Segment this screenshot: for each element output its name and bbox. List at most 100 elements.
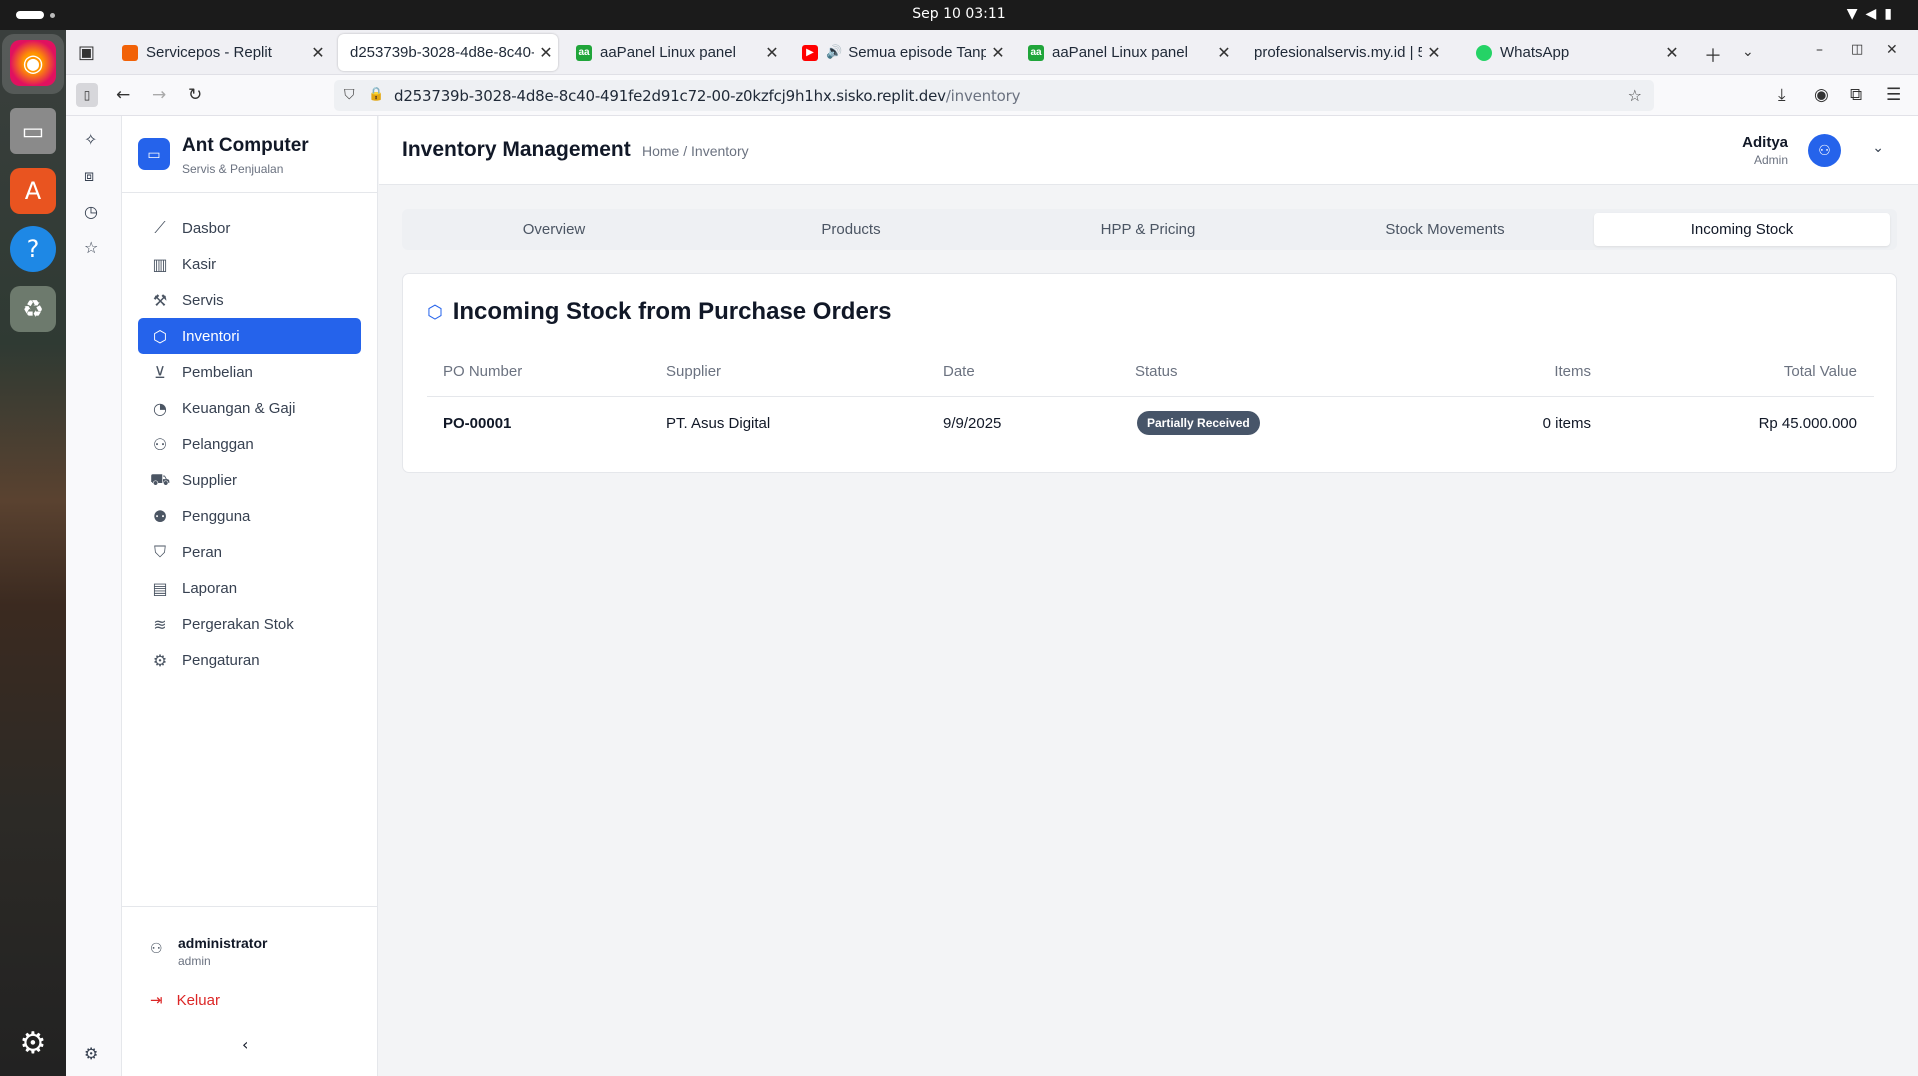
url-text[interactable]: d253739b-3028-4d8e-8c40-491fe2d91c72-00-… [394,87,1020,105]
minimize-icon[interactable]: – [1816,42,1823,58]
shield-icon[interactable]: ⛉ [344,87,355,103]
restore-icon[interactable]: ◫ [1851,42,1863,57]
close-tab-icon[interactable]: ✕ [534,43,558,63]
logout-icon: ⇥ [150,991,163,1009]
tab-overview-icon[interactable]: ▣ [78,42,95,63]
lock-icon[interactable]: 🔒 [368,87,384,102]
user-menu-text[interactable]: Aditya Admin [1742,134,1788,167]
incoming-stock-card: ⬡ Incoming Stock from Purchase Orders PO… [402,273,1897,473]
sidebar-item-pembelian[interactable]: ⊻ Pembelian [138,354,361,390]
close-tab-icon[interactable]: ✕ [1660,43,1684,63]
brand-name: Ant Computer [182,135,309,156]
chart-line-icon: ⟋ [154,218,166,237]
customize-sidebar-gear-icon[interactable]: ⚙ [84,1044,98,1063]
show-apps-icon[interactable]: ⚙ [10,1020,56,1066]
collapse-sidebar-chevron-icon[interactable]: ‹ [242,1035,248,1054]
wrench-icon: ⚒ [152,290,168,310]
url-host: d253739b-3028-4d8e-8c40-491fe2d91c72-00-… [394,87,946,105]
sidebar-item-label: Pergerakan Stok [182,615,294,633]
close-tab-icon[interactable]: ✕ [760,43,784,63]
browser-tab[interactable]: profesionalservis.my.id | 502 ✕ [1242,34,1446,71]
sidebar-item-pengguna[interactable]: ⚉ Pengguna [138,498,361,534]
tab-incoming-stock[interactable]: Incoming Stock [1594,213,1890,246]
sidebar-item-kasir[interactable]: ▥ Kasir [138,246,361,282]
close-tab-icon[interactable]: ✕ [1212,43,1236,63]
tab-overview[interactable]: Overview [406,213,702,246]
browser-tab[interactable]: WhatsApp ✕ [1464,34,1684,71]
package-icon: ⬡ [153,326,167,346]
history-icon[interactable]: ◷ [84,202,98,221]
speaker-icon[interactable]: 🔊 [826,45,842,60]
column-header-date: Date [943,363,975,380]
user-cog-icon: ⚉ [152,506,168,526]
table-header-divider [427,396,1874,397]
sidebar-item-servis[interactable]: ⚒ Servis [138,282,361,318]
tab-hpp-pricing[interactable]: HPP & Pricing [1000,213,1296,246]
sidebar-item-supplier[interactable]: ⛟ Supplier [138,462,361,498]
browser-tab-active[interactable]: d253739b-3028-4d8e-8c40-4 ✕ [338,34,558,71]
brand: ▭ Ant Computer Servis & Penjualan [122,116,378,193]
sidebar-toggle-icon[interactable]: ▯ [76,83,98,107]
files-icon[interactable]: ▭ [10,108,56,154]
tab-list-icon[interactable]: ⌄ [1742,44,1754,60]
browser-tab-bar: ▣ Servicepos - Replit ✕ d253739b-3028-4d… [66,30,1918,75]
url-bar[interactable]: ⛉ 🔒 d253739b-3028-4d8e-8c40-491fe2d91c72… [334,80,1654,111]
app-center-icon[interactable]: A [10,168,56,214]
column-header-supplier: Supplier [666,363,722,380]
synced-tabs-icon[interactable]: ⧈ [84,166,94,186]
user-icon: ⚇ [150,941,163,957]
close-tab-icon[interactable]: ✕ [986,43,1010,63]
chevron-down-icon[interactable]: ⌄ [1872,140,1884,156]
sidebar-item-peran[interactable]: ⛉ Peran [138,534,361,570]
logout-label: Keluar [176,991,220,1009]
tab-title: aaPanel Linux panel [1052,44,1188,61]
tab-title: aaPanel Linux panel [600,44,736,61]
browser-tab[interactable]: aa aaPanel Linux panel ✕ [1016,34,1236,71]
breadcrumb[interactable]: Home / Inventory [642,143,749,159]
ai-chatbot-icon[interactable]: ✧ [84,130,97,149]
close-tab-icon[interactable]: ✕ [306,43,330,63]
firefox-icon[interactable]: ◉ [10,40,56,86]
browser-tab[interactable]: aa aaPanel Linux panel ✕ [564,34,784,71]
sidebar-item-pergerakan-stok[interactable]: ≋ Pergerakan Stok [138,606,361,642]
help-icon[interactable]: ? [10,226,56,272]
system-clock[interactable]: Sep 10 03:11 [0,6,1918,22]
downloads-icon[interactable]: ⤓ [1778,85,1786,105]
browser-tab[interactable]: ▶ 🔊 Semua episode Tanpa ✕ [790,34,1010,71]
total-value-cell: Rp 45.000.000 [1758,415,1857,432]
new-tab-icon[interactable]: ＋ [1704,42,1722,68]
extensions-icon[interactable]: ⧉ [1850,85,1862,105]
date-cell: 9/9/2025 [943,415,1002,432]
menu-icon[interactable]: ☰ [1886,85,1901,105]
forward-icon[interactable]: → [152,85,166,105]
tab-products[interactable]: Products [703,213,999,246]
sidebar-item-keuangan[interactable]: ◔ Keuangan & Gaji [138,390,361,426]
close-tab-icon[interactable]: ✕ [1422,43,1446,63]
sidebar-item-label: Pelanggan [182,435,254,453]
system-tray[interactable]: ▼◀▮ [1847,6,1900,22]
sidebar-item-dasbor[interactable]: ⟋ Dasbor [138,210,361,246]
logout-button[interactable]: ⇥ Keluar [150,991,220,1009]
pie-chart-icon: ◔ [153,398,167,418]
sidebar-item-inventori[interactable]: ⬡ Inventori [138,318,361,354]
inventory-tabs: Overview Products HPP & Pricing Stock Mo… [402,209,1897,250]
bookmark-star-icon[interactable]: ☆ [1628,86,1642,105]
trash-icon[interactable]: ♻ [10,286,56,332]
cart-icon: ⊻ [154,362,166,382]
brand-subtitle: Servis & Penjualan [182,162,284,176]
sidebar-item-pelanggan[interactable]: ⚇ Pelanggan [138,426,361,462]
column-header-status: Status [1135,363,1178,380]
account-icon[interactable]: ◉ [1814,85,1829,105]
tab-stock-movements[interactable]: Stock Movements [1297,213,1593,246]
sidebar-item-laporan[interactable]: ▤ Laporan [138,570,361,606]
column-header-po-number: PO Number [443,363,523,380]
browser-tab[interactable]: Servicepos - Replit ✕ [110,34,330,71]
avatar[interactable]: ⚇ [1808,134,1841,167]
bookmarks-icon[interactable]: ☆ [84,238,98,257]
sidebar-item-label: Pembelian [182,363,253,381]
reload-icon[interactable]: ↻ [188,85,202,105]
tab-title: WhatsApp [1500,44,1570,61]
close-window-icon[interactable]: ✕ [1886,42,1898,58]
back-icon[interactable]: ← [116,85,130,105]
sidebar-item-pengaturan[interactable]: ⚙ Pengaturan [138,642,361,678]
